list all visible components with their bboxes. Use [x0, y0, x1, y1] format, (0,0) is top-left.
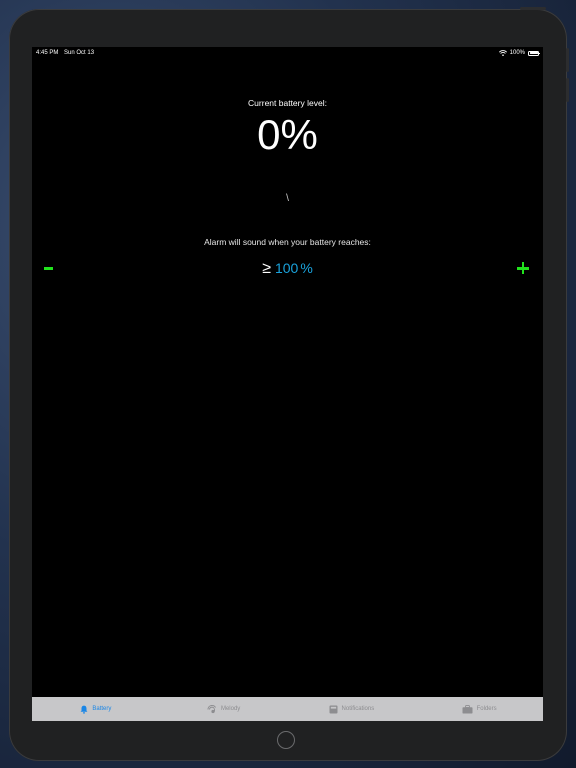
status-time: 4:45 PM [36, 50, 59, 56]
threshold-display: ≥100% [32, 260, 543, 277]
tab-melody-label: Melody [220, 706, 241, 712]
increase-threshold-button[interactable] [517, 262, 529, 274]
status-bar: 4:45 PM Sun Oct 13 100% [32, 47, 543, 61]
melody-icon [207, 704, 216, 713]
threshold-unit: % [300, 260, 313, 276]
power-button [520, 7, 546, 10]
battery-icon [528, 50, 540, 56]
tab-folders-label: Folders [476, 706, 497, 712]
volume-down-button [566, 78, 569, 102]
tab-folders[interactable]: Folders [415, 697, 543, 721]
tab-battery[interactable]: Battery [32, 697, 160, 721]
battery-fill [529, 52, 538, 54]
battery-percent: 100% [509, 50, 525, 56]
current-battery-title: Current battery level: [248, 98, 327, 108]
tab-notifications-label: Notifications [341, 706, 375, 712]
status-left: 4:45 PM Sun Oct 13 [36, 50, 98, 56]
activity-indicator: \ [286, 193, 289, 204]
wifi-icon [498, 50, 507, 56]
tab-bar: Battery Melody Notifications Folders [32, 697, 543, 721]
threshold-stepper: ≥100% [32, 258, 543, 280]
status-date: Sun Oct 13 [64, 50, 95, 56]
volume-up-button [566, 48, 569, 72]
threshold-value: 100 [274, 260, 299, 276]
tab-melody[interactable]: Melody [160, 697, 288, 721]
bell-icon [80, 705, 88, 714]
greater-equal-symbol: ≥ [262, 260, 271, 277]
app-screen: 4:45 PM Sun Oct 13 100% Current battery … [32, 47, 543, 721]
status-right: 100% [498, 50, 540, 56]
briefcase-icon [462, 704, 473, 713]
notifications-icon [329, 705, 338, 713]
home-button[interactable] [277, 731, 295, 749]
tab-battery-label: Battery [92, 706, 112, 712]
tab-notifications[interactable]: Notifications [288, 697, 416, 721]
battery-level-value: 0% [257, 111, 318, 158]
alarm-threshold-label: Alarm will sound when your battery reach… [204, 237, 371, 247]
